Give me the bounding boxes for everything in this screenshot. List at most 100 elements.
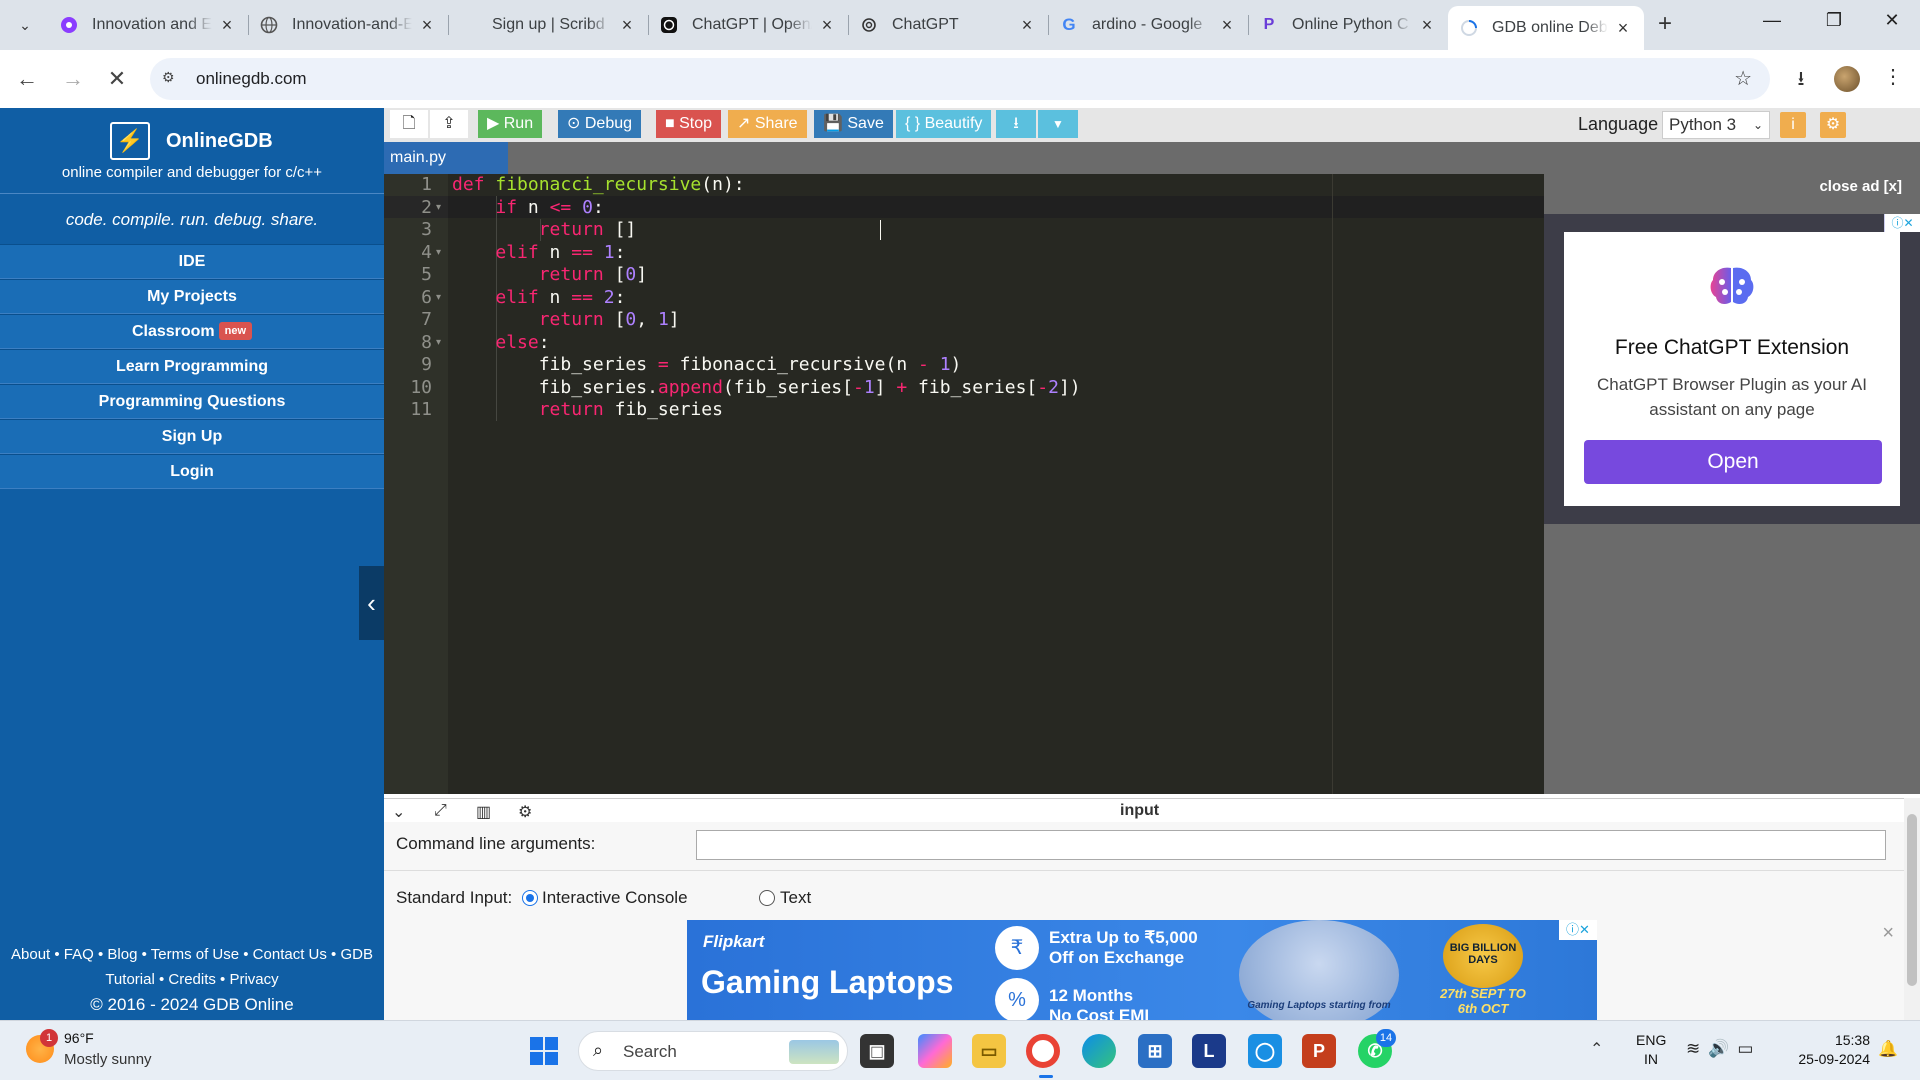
line-number[interactable]: 8 [384,332,432,355]
debug-button[interactable]: ⊙ Debug [558,110,642,138]
close-ad-button[interactable]: close ad [x] [1819,178,1902,195]
omnibox[interactable]: ⚙ onlinegdb.com ☆ [150,58,1770,100]
wifi-icon[interactable]: ≋ [1686,1039,1708,1058]
sidebar-item-classroom[interactable]: Classroom new [0,314,384,349]
io-scrollbar[interactable] [1904,798,1920,1020]
ad-open-button[interactable]: Open [1584,440,1882,484]
sidebar-item-programming-questions[interactable]: Programming Questions [0,384,384,419]
ad-choices-icon[interactable]: ⓘ✕ [1884,214,1920,232]
url-text[interactable]: onlinegdb.com [196,69,307,89]
close-icon[interactable]: × [1218,15,1236,36]
clock[interactable]: 15:38 25-09-2024 [1786,1031,1870,1069]
gear-icon[interactable]: ⚙ [1820,112,1846,138]
site-settings-icon[interactable]: ⚙ [162,69,175,86]
close-icon[interactable]: × [1614,18,1632,39]
text-radio[interactable] [759,890,775,906]
edge-icon[interactable] [1082,1034,1116,1068]
browser-tab-active[interactable]: GDB online Debu × [1448,6,1644,50]
footer-links[interactable]: Tutorial • Credits • Privacy [0,967,384,992]
line-number[interactable]: 11 [384,399,432,422]
browser-tab[interactable]: ChatGPT × [848,6,1048,44]
upload-icon[interactable]: ⇪ [430,110,468,138]
sidebar-item-ide[interactable]: IDE [0,244,384,279]
line-number[interactable]: 9 [384,354,432,377]
browser-tab[interactable]: Innovation and E × [48,6,248,44]
collapse-sidebar-chevron-left-icon[interactable]: ‹ [359,566,384,640]
download-icon[interactable]: ⭳ [1786,64,1816,94]
chevron-up-icon[interactable]: ⌃ [1590,1039,1603,1059]
sidebar-item-learn-programming[interactable]: Learn Programming [0,349,384,384]
close-icon[interactable]: × [618,15,636,36]
browser-tab[interactable]: Sign up | Scribd × [448,6,648,44]
close-icon[interactable]: × [218,15,236,36]
circle-app-icon[interactable]: ◯ [1248,1034,1282,1068]
restore-button[interactable]: ❐ [1814,10,1854,40]
tab-search-button[interactable]: ⌄ [10,10,40,40]
line-number[interactable]: 2 [384,197,432,220]
ad-choices-icon[interactable]: ⓘ✕ [1559,920,1597,940]
line-number[interactable]: 4 [384,242,432,265]
system-tray-icons[interactable]: ≋🔊▭ [1686,1039,1761,1059]
notification-bell-icon[interactable]: 🔔 [1878,1039,1898,1059]
gear-icon[interactable]: ⚙ [518,802,532,822]
line-number[interactable]: 5 [384,264,432,287]
l-app-icon[interactable]: L [1192,1034,1226,1068]
line-number[interactable]: 6 [384,287,432,310]
download-icon[interactable]: ⭳ [996,110,1036,138]
microsoft-store-icon[interactable]: ⊞ [1138,1034,1172,1068]
bookmark-star-icon[interactable]: ☆ [1734,66,1752,91]
new-file-icon[interactable]: 🗋 [390,110,428,138]
info-icon[interactable]: i [1780,112,1806,138]
line-number[interactable]: 10 [384,377,432,400]
sidebar-item-my-projects[interactable]: My Projects [0,279,384,314]
close-window-button[interactable]: ✕ [1872,10,1912,40]
share-button[interactable]: ↗ Share [728,110,807,138]
fold-arrow-icon[interactable]: ▾ [436,332,441,355]
browser-tab[interactable]: G ardino - Google × [1048,6,1248,44]
close-icon[interactable]: × [818,15,836,36]
close-icon[interactable]: × [1418,15,1436,36]
text-label[interactable]: Text [780,888,811,908]
interactive-console-label[interactable]: Interactive Console [542,888,688,908]
command-line-args-input[interactable] [696,830,1886,860]
footer-links[interactable]: About • FAQ • Blog • Terms of Use • Cont… [0,942,384,967]
fold-arrow-icon[interactable]: ▾ [436,287,441,310]
line-number[interactable]: 3 [384,219,432,242]
language-select[interactable]: Python 3 ⌄ [1662,111,1770,139]
weather-condition[interactable]: Mostly sunny [64,1051,152,1068]
browser-tab[interactable]: P Online Python C × [1248,6,1448,44]
powerpoint-icon[interactable]: P [1302,1034,1336,1068]
scroll-thumb[interactable] [1907,814,1917,986]
profile-avatar[interactable] [1834,66,1860,92]
fold-arrow-icon[interactable]: ▾ [436,242,441,265]
sidebar-item-login[interactable]: Login [0,454,384,489]
battery-icon[interactable]: ▭ [1737,1039,1761,1058]
code-editor[interactable]: 1 2 3 4 5 6 7 8 9 10 11 ▾ ▾ ▾ ▾ def fibo… [384,174,1544,794]
back-button[interactable]: ← [12,64,42,94]
onlinegdb-logo-icon[interactable]: ⚡ [110,122,150,160]
stop-button[interactable]: ■ Stop [656,110,722,138]
volume-icon[interactable]: 🔊 [1708,1039,1737,1058]
stop-loading-button[interactable]: ✕ [102,64,132,94]
taskbar-search[interactable]: ⌕ Search [578,1031,848,1071]
task-view-icon[interactable]: ▣ [860,1034,894,1068]
close-icon[interactable]: × [1882,922,1894,945]
browser-tab[interactable]: ChatGPT | Open/ × [648,6,848,44]
file-tab-main-py[interactable]: main.py [384,142,508,174]
line-number[interactable]: 7 [384,309,432,332]
forward-button[interactable]: → [58,64,88,94]
copilot-icon[interactable] [918,1034,952,1068]
chevron-down-icon[interactable]: ⌄ [392,802,405,822]
sidebar-item-sign-up[interactable]: Sign Up [0,419,384,454]
file-explorer-icon[interactable]: ▭ [972,1034,1006,1068]
interactive-console-radio[interactable] [522,890,538,906]
layout-icon[interactable]: ▥ [476,802,491,822]
fold-arrow-icon[interactable]: ▾ [436,197,441,220]
menu-icon[interactable]: ⋮ [1878,64,1908,94]
save-button[interactable]: 💾 Save [814,110,893,138]
logo-name[interactable]: OnlineGDB [166,130,273,153]
input-language-indicator[interactable]: ENG IN [1636,1031,1666,1069]
chevron-down-icon[interactable]: ▼ [1038,110,1078,138]
expand-icon[interactable]: ⤢ [434,802,447,820]
flipkart-ad[interactable]: Flipkart Gaming Laptops ₹ % Extra Up to … [687,920,1597,1020]
